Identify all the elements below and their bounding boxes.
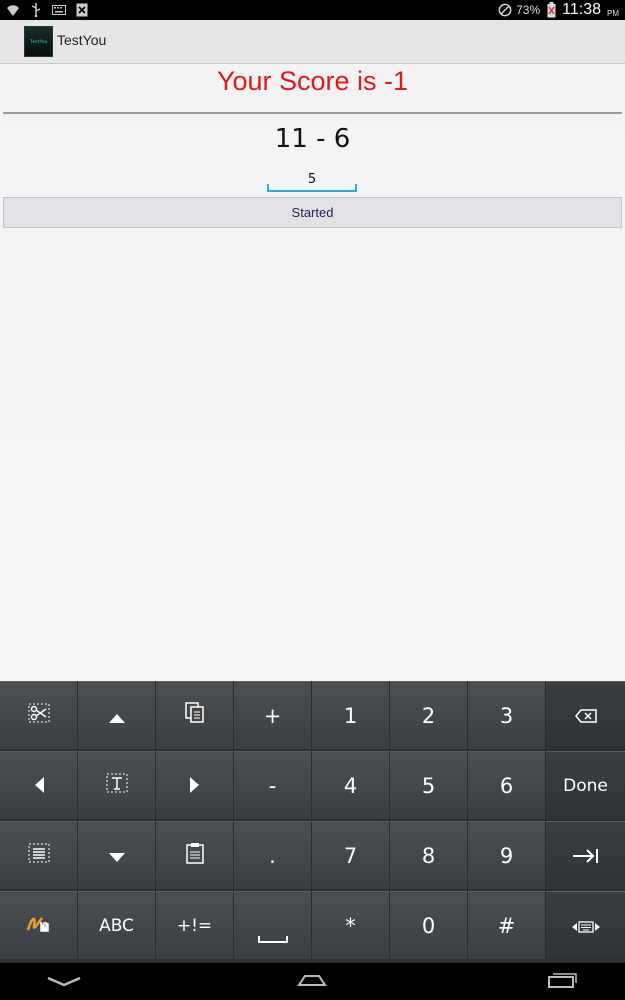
copy-key[interactable] xyxy=(156,681,233,749)
app-title: TestYou xyxy=(57,32,107,48)
battery-percentage: 73% xyxy=(516,3,541,17)
arrow-left-key[interactable] xyxy=(0,751,77,819)
status-bar: 73% 11:38 PM xyxy=(0,0,625,20)
select-all-key[interactable] xyxy=(0,821,77,889)
field-right-tick xyxy=(355,184,357,191)
keyboard-settings-key[interactable] xyxy=(546,891,625,959)
dot-key[interactable]: . xyxy=(234,821,311,889)
divider xyxy=(3,112,622,114)
cut-key[interactable] xyxy=(0,681,77,749)
space-key[interactable] xyxy=(234,891,311,959)
recents-button[interactable] xyxy=(522,963,602,1000)
paste-key[interactable] xyxy=(156,821,233,889)
field-left-tick xyxy=(267,184,269,191)
arrow-down-icon xyxy=(108,844,125,868)
app-icon-text: TestYou xyxy=(30,39,47,44)
home-icon xyxy=(297,972,327,991)
handwriting-icon xyxy=(26,912,52,939)
numeric-keyboard: + 1 2 3 - 4 5 6 Done . 7 8 9 ABC +!= * 0… xyxy=(0,681,625,963)
text-select-key[interactable] xyxy=(78,751,155,819)
key-1[interactable]: 1 xyxy=(312,681,389,749)
arrow-down-key[interactable] xyxy=(78,821,155,889)
clock-ampm: PM xyxy=(607,8,619,18)
copy-icon xyxy=(184,702,205,729)
do-not-disturb-icon xyxy=(498,3,512,17)
keyboard-settings-icon xyxy=(571,914,600,938)
notification-x-icon xyxy=(75,3,89,17)
hash-key[interactable]: # xyxy=(468,891,545,959)
star-key[interactable]: * xyxy=(312,891,389,959)
backspace-icon xyxy=(574,704,597,728)
tab-key[interactable] xyxy=(546,821,625,889)
backspace-key[interactable] xyxy=(546,681,625,749)
keyboard-icon xyxy=(52,3,66,17)
arrow-up-key[interactable] xyxy=(78,681,155,749)
key-2[interactable]: 2 xyxy=(390,681,467,749)
started-button[interactable]: Started xyxy=(3,197,622,228)
math-question: 11 - 6 xyxy=(274,124,351,154)
space-icon xyxy=(257,925,288,949)
select-all-icon xyxy=(28,843,50,868)
cut-icon xyxy=(28,703,50,728)
arrow-right-icon xyxy=(189,774,200,798)
home-button[interactable] xyxy=(272,963,352,1000)
plus-key[interactable]: + xyxy=(234,681,311,749)
symbols-key[interactable]: +!= xyxy=(156,891,233,959)
key-3[interactable]: 3 xyxy=(468,681,545,749)
done-key[interactable]: Done xyxy=(546,751,625,819)
key-0[interactable]: 0 xyxy=(390,891,467,959)
recents-icon xyxy=(547,972,577,992)
back-button[interactable] xyxy=(24,963,104,1000)
back-icon xyxy=(46,972,82,991)
key-8[interactable]: 8 xyxy=(390,821,467,889)
key-4[interactable]: 4 xyxy=(312,751,389,819)
text-select-icon xyxy=(106,773,128,798)
clock-time: 11:38 xyxy=(562,1,601,18)
score-text: Your Score is -1 xyxy=(216,66,409,96)
key-6[interactable]: 6 xyxy=(468,751,545,819)
key-7[interactable]: 7 xyxy=(312,821,389,889)
paste-icon xyxy=(185,842,204,869)
navigation-bar xyxy=(0,963,625,1000)
arrow-right-key[interactable] xyxy=(156,751,233,819)
main-content: Your Score is -1 11 - 6 Started xyxy=(0,64,625,681)
app-icon[interactable]: TestYou xyxy=(24,26,53,57)
battery-charging-icon xyxy=(544,2,558,18)
arrow-left-icon xyxy=(34,774,44,798)
tab-icon xyxy=(572,844,599,868)
key-5[interactable]: 5 xyxy=(390,751,467,819)
answer-input[interactable] xyxy=(267,168,357,192)
action-bar: TestYou TestYou xyxy=(0,20,625,64)
key-9[interactable]: 9 xyxy=(468,821,545,889)
wifi-icon xyxy=(6,3,20,17)
abc-key[interactable]: ABC xyxy=(78,891,155,959)
arrow-up-icon xyxy=(108,704,125,728)
handwriting-key[interactable] xyxy=(0,891,77,959)
minus-key[interactable]: - xyxy=(234,751,311,819)
usb-icon xyxy=(29,3,43,17)
